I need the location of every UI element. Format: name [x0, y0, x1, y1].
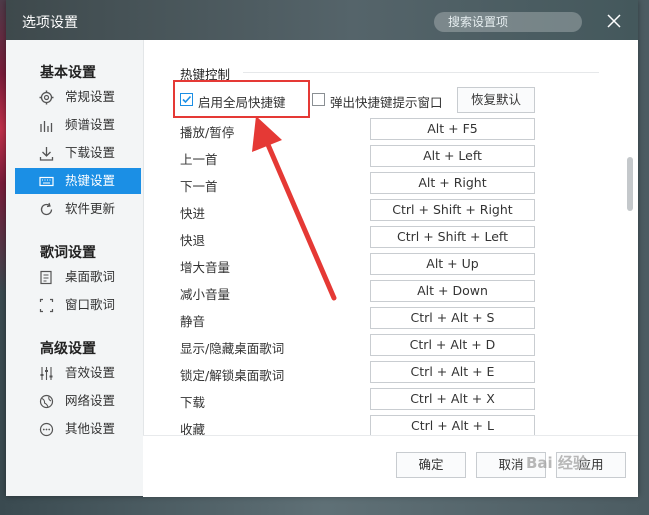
- section-divider: [243, 72, 599, 73]
- refresh-icon: [39, 202, 54, 217]
- close-icon: [607, 14, 621, 28]
- sidebar-item-label: 其他设置: [65, 421, 116, 436]
- sidebar-item-download[interactable]: 下载设置: [15, 140, 141, 166]
- sidebar-item-window-lyrics[interactable]: 窗口歌词: [15, 292, 141, 318]
- sidebar-item-spectrum[interactable]: 频谱设置: [15, 112, 141, 138]
- download-icon: [39, 146, 54, 161]
- keyboard-icon: [39, 174, 54, 189]
- more-icon: [39, 422, 54, 437]
- hotkey-action-label: 上一首: [180, 152, 218, 167]
- sidebar-group-basic: 基本设置: [40, 65, 96, 81]
- hotkey-input[interactable]: Ctrl + Alt + S: [370, 307, 535, 329]
- spectrum-bars-icon: [39, 118, 54, 133]
- ok-button[interactable]: 确定: [396, 452, 466, 478]
- hotkey-action-label: 快退: [180, 233, 206, 248]
- sidebar-item-update[interactable]: 软件更新: [15, 196, 141, 222]
- sidebar: 基本设置 常规设置 频谱设置 下载设置 热键设置 软件更新 歌词设置 桌面歌词: [6, 40, 144, 496]
- search-input[interactable]: 搜索设置项: [434, 12, 582, 32]
- title-bar: 选项设置 搜索设置项: [6, 0, 638, 40]
- hotkey-action-label: 播放/暂停: [180, 125, 235, 140]
- sidebar-item-desktop-lyrics[interactable]: 桌面歌词: [15, 264, 141, 290]
- popup-hint-label: 弹出快捷键提示窗口: [330, 95, 443, 110]
- hotkey-action-label: 增大音量: [180, 260, 231, 275]
- hotkey-input[interactable]: Ctrl + Alt + L: [370, 415, 535, 437]
- popup-hint-checkbox[interactable]: [312, 93, 325, 106]
- sidebar-item-label: 下载设置: [65, 145, 116, 160]
- sidebar-group-lyrics: 歌词设置: [40, 245, 96, 261]
- hotkey-input[interactable]: Alt + Left: [370, 145, 535, 167]
- hotkey-input[interactable]: Alt + Up: [370, 253, 535, 275]
- sidebar-item-general[interactable]: 常规设置: [15, 84, 141, 110]
- sidebar-item-label: 桌面歌词: [65, 269, 116, 284]
- sidebar-item-label: 常规设置: [65, 89, 116, 104]
- dialog-title: 选项设置: [22, 15, 78, 31]
- hotkey-action-label: 快进: [180, 206, 206, 221]
- sidebar-item-other[interactable]: 其他设置: [15, 416, 141, 442]
- hotkey-action-label: 静音: [180, 314, 206, 329]
- hotkey-input[interactable]: Alt + F5: [370, 118, 535, 140]
- close-button[interactable]: [603, 10, 625, 32]
- window-lyrics-icon: [39, 298, 54, 313]
- hotkey-action-label: 下载: [180, 395, 206, 410]
- gear-icon: [39, 90, 54, 105]
- watermark-logo: Bai 经验: [526, 454, 588, 472]
- globe-icon: [39, 394, 54, 409]
- sidebar-item-label: 音效设置: [65, 365, 116, 380]
- sidebar-item-label: 窗口歌词: [65, 297, 116, 312]
- hotkey-input[interactable]: Ctrl + Shift + Left: [370, 226, 535, 248]
- hotkey-settings-panel: 热键控制 启用全局快捷键 弹出快捷键提示窗口 恢复默认 播放/暂停 Alt + F…: [143, 40, 638, 497]
- sidebar-item-label: 网络设置: [65, 393, 116, 408]
- hotkey-input[interactable]: Ctrl + Alt + X: [370, 388, 535, 410]
- options-dialog: 选项设置 搜索设置项 基本设置 常规设置 频谱设置 下载设置 热键设置 软件更新: [6, 0, 638, 497]
- restore-default-button[interactable]: 恢复默认: [457, 87, 535, 113]
- enable-global-hotkeys-checkbox[interactable]: [180, 93, 193, 106]
- sidebar-item-sound-effects[interactable]: 音效设置: [15, 360, 141, 386]
- equalizer-icon: [39, 366, 54, 381]
- sidebar-item-label: 软件更新: [65, 201, 116, 216]
- sidebar-item-network[interactable]: 网络设置: [15, 388, 141, 414]
- hotkey-input[interactable]: Ctrl + Alt + E: [370, 361, 535, 383]
- hotkey-input[interactable]: Alt + Down: [370, 280, 535, 302]
- hotkey-action-label: 锁定/解锁桌面歌词: [180, 368, 285, 383]
- enable-global-hotkeys-label: 启用全局快捷键: [198, 95, 286, 110]
- hotkey-action-label: 下一首: [180, 179, 218, 194]
- sidebar-item-hotkeys[interactable]: 热键设置: [15, 168, 141, 194]
- hotkey-input[interactable]: Ctrl + Alt + D: [370, 334, 535, 356]
- hotkey-input[interactable]: Ctrl + Shift + Right: [370, 199, 535, 221]
- sidebar-item-label: 热键设置: [65, 173, 116, 188]
- hotkey-action-label: 减小音量: [180, 287, 231, 302]
- sidebar-group-advanced: 高级设置: [40, 341, 96, 357]
- hotkey-action-label: 显示/隐藏桌面歌词: [180, 341, 285, 356]
- scrollbar-thumb[interactable]: [627, 157, 633, 211]
- desktop-lyrics-icon: [39, 270, 54, 285]
- checkmark-icon: [182, 95, 192, 104]
- hotkey-input[interactable]: Alt + Right: [370, 172, 535, 194]
- sidebar-item-label: 频谱设置: [65, 117, 116, 132]
